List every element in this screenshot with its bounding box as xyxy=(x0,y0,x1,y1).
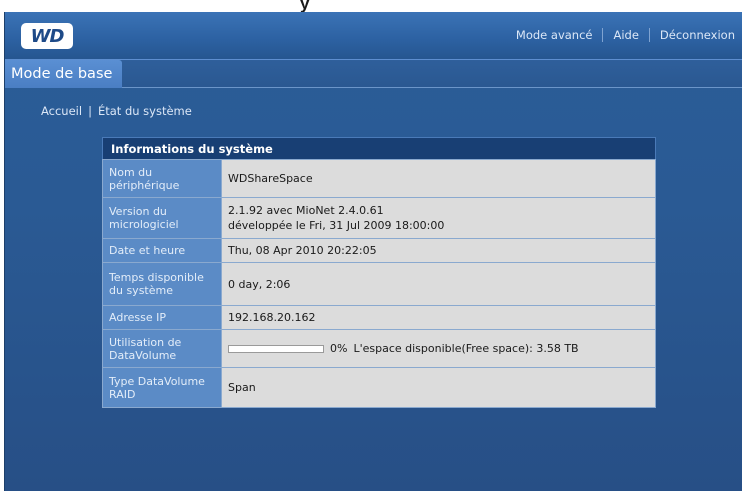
firmware-value: 2.1.92 avec MioNet 2.4.0.61 développée l… xyxy=(221,197,656,239)
row-label: Utilisation de DataVolume xyxy=(102,329,222,368)
datetime-value: Thu, 08 Apr 2010 20:22:05 xyxy=(221,238,656,263)
row-label: Type DataVolume RAID xyxy=(102,367,222,408)
table-row: Temps disponible du système 0 day, 2:06 xyxy=(102,262,656,306)
firmware-build-date: développée le Fri, 31 Jul 2009 18:00:00 xyxy=(228,219,445,232)
ip-address-value: 192.168.20.162 xyxy=(221,305,656,330)
tab-basic-mode[interactable]: Mode de base xyxy=(5,60,123,88)
table-row: Nom du périphérique WDShareSpace xyxy=(102,159,656,198)
advanced-mode-link[interactable]: Mode avancé xyxy=(516,28,593,42)
breadcrumb: Accueil | État du système xyxy=(41,104,192,118)
usage-wrap: 0% L'espace disponible(Free space): 3.58… xyxy=(228,341,649,356)
breadcrumb-separator: | xyxy=(88,104,92,118)
nav-divider xyxy=(602,28,604,42)
table-row: Utilisation de DataVolume 0% L'espace di… xyxy=(102,329,656,368)
usage-progress-bar xyxy=(228,344,324,353)
uptime-value: 0 day, 2:06 xyxy=(221,262,656,306)
system-info-table: Nom du périphérique WDShareSpace Version… xyxy=(102,159,656,408)
usage-percent: 0% xyxy=(330,342,348,355)
row-label: Nom du périphérique xyxy=(102,159,222,198)
breadcrumb-home-link[interactable]: Accueil xyxy=(41,104,82,118)
breadcrumb-current: État du système xyxy=(97,104,192,118)
table-row: Adresse IP 192.168.20.162 xyxy=(102,305,656,330)
nav-divider xyxy=(648,28,650,42)
panel-title: Informations du système xyxy=(102,137,656,159)
table-row: Type DataVolume RAID Span xyxy=(102,367,656,408)
top-strip: y xyxy=(0,0,742,13)
tab-bar: Mode de base xyxy=(5,60,742,88)
help-link[interactable]: Aide xyxy=(613,28,638,42)
usage-value: 0% L'espace disponible(Free space): 3.58… xyxy=(221,329,656,368)
top-nav: Mode avancé Aide Déconnexion xyxy=(516,28,735,42)
raid-type-value: Span xyxy=(221,367,656,408)
row-label: Version du micrologiciel xyxy=(102,197,222,239)
free-space-text: L'espace disponible(Free space): 3.58 TB xyxy=(353,342,579,355)
table-row: Version du micrologiciel 2.1.92 avec Mio… xyxy=(102,197,656,239)
app-frame: WD Mode avancé Aide Déconnexion Mode de … xyxy=(4,12,742,491)
device-name-value: WDShareSpace xyxy=(221,159,656,198)
row-label: Date et heure xyxy=(102,238,222,263)
firmware-version: 2.1.92 avec MioNet 2.4.0.61 xyxy=(228,204,384,217)
system-info-panel: Informations du système Nom du périphéri… xyxy=(102,137,656,408)
row-label: Adresse IP xyxy=(102,305,222,330)
header: WD Mode avancé Aide Déconnexion xyxy=(5,12,742,60)
table-row: Date et heure Thu, 08 Apr 2010 20:22:05 xyxy=(102,238,656,263)
logout-link[interactable]: Déconnexion xyxy=(660,28,735,42)
row-label: Temps disponible du système xyxy=(102,262,222,306)
wd-logo[interactable]: WD xyxy=(21,23,73,49)
